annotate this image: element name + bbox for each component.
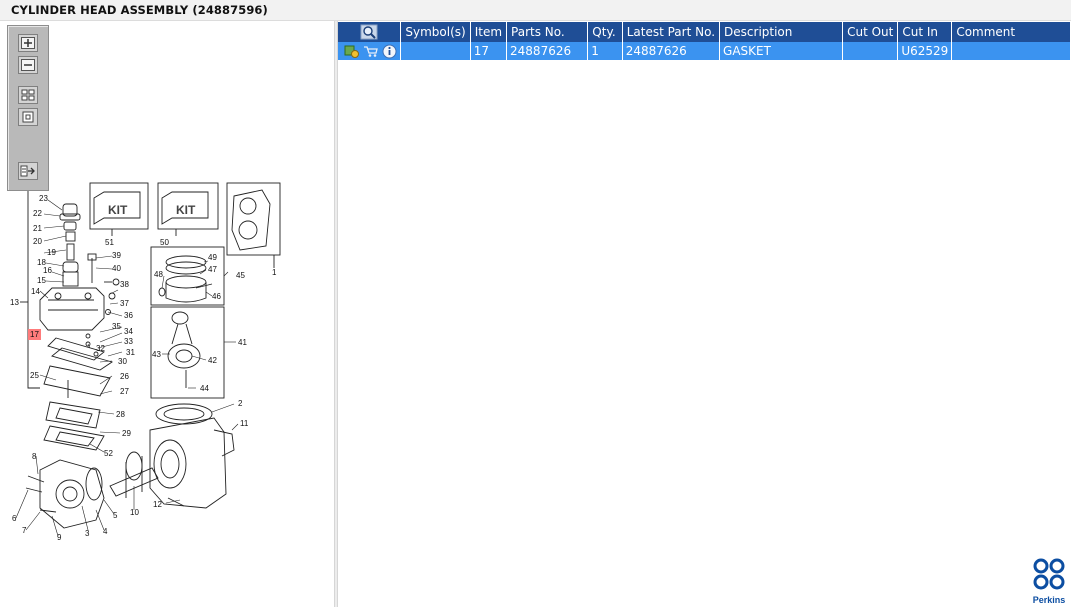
info-icon[interactable] (382, 44, 397, 59)
column-header-item[interactable]: Item (470, 22, 508, 42)
svg-text:43: 43 (152, 350, 161, 359)
cell-description: GASKET (719, 42, 844, 60)
svg-text:32: 32 (96, 344, 105, 353)
perkins-wordmark: Perkins (1032, 595, 1066, 605)
table-header-row: Symbol(s) Item Parts No. Qty. Latest Par… (338, 22, 1071, 42)
svg-text:50: 50 (160, 238, 169, 247)
column-header-cut-out[interactable]: Cut Out (842, 22, 899, 42)
actual-size-button[interactable] (18, 108, 38, 126)
svg-text:35: 35 (112, 322, 121, 331)
column-header-qty[interactable]: Qty. (587, 22, 623, 42)
perkins-logo: Perkins (1029, 557, 1069, 605)
svg-text:13: 13 (10, 298, 19, 307)
cell-cut-out (842, 42, 899, 60)
svg-text:27: 27 (120, 387, 129, 396)
svg-text:14: 14 (31, 287, 40, 296)
svg-text:5: 5 (113, 511, 118, 520)
zoom-out-icon (21, 59, 35, 71)
svg-text:3: 3 (85, 529, 90, 538)
svg-text:45: 45 (236, 271, 245, 280)
svg-text:16: 16 (43, 266, 52, 275)
svg-text:8: 8 (32, 452, 37, 461)
parts-list-pane: Symbol(s) Item Parts No. Qty. Latest Par… (338, 21, 1071, 607)
svg-text:49: 49 (208, 253, 217, 262)
title-bar: CYLINDER HEAD ASSEMBLY (24887596) (0, 0, 1071, 21)
zoom-out-button[interactable] (18, 56, 38, 74)
parts-table: Symbol(s) Item Parts No. Qty. Latest Par… (338, 22, 1071, 60)
column-header-description[interactable]: Description (719, 22, 844, 42)
svg-text:19: 19 (47, 248, 56, 257)
svg-text:41: 41 (238, 338, 247, 347)
viewer-toolbar (7, 25, 49, 191)
svg-text:4: 4 (103, 527, 108, 536)
svg-text:28: 28 (116, 410, 125, 419)
shopping-cart-icon[interactable] (363, 44, 379, 58)
zoom-in-button[interactable] (18, 34, 38, 52)
svg-text:29: 29 (122, 429, 131, 438)
svg-text:21: 21 (33, 224, 42, 233)
svg-text:23: 23 (39, 194, 48, 203)
kit-label-50: KIT (176, 203, 196, 217)
svg-text:38: 38 (120, 280, 129, 289)
column-header-symbols[interactable]: Symbol(s) (400, 22, 471, 42)
svg-text:11: 11 (240, 419, 249, 428)
svg-text:9: 9 (57, 533, 62, 542)
search-magnifier-icon (360, 24, 378, 40)
svg-text:10: 10 (130, 508, 139, 517)
svg-text:20: 20 (33, 237, 42, 246)
kit-label-51: KIT (108, 203, 128, 217)
table-row[interactable]: 17 24887626 1 24887626 GASKET U62529 (338, 42, 1071, 60)
export-button[interactable] (18, 162, 38, 180)
window-title: CYLINDER HEAD ASSEMBLY (24887596) (11, 3, 268, 17)
svg-text:15: 15 (37, 276, 46, 285)
add-to-list-icon[interactable] (344, 44, 360, 58)
callout-17: 17 (30, 330, 39, 339)
exploded-parts-diagram[interactable]: 232221 201918 161514 1317 394038 373635 … (0, 21, 334, 607)
column-header-cut-in[interactable]: Cut In (897, 22, 953, 42)
svg-text:12: 12 (153, 500, 162, 509)
fit-to-window-button[interactable] (18, 86, 38, 104)
column-header-parts-no[interactable]: Parts No. (506, 22, 589, 42)
svg-text:6: 6 (12, 514, 17, 523)
cell-symbols (400, 42, 471, 60)
svg-text:34: 34 (124, 327, 133, 336)
svg-text:47: 47 (208, 265, 217, 274)
svg-text:22: 22 (33, 209, 42, 218)
svg-text:31: 31 (126, 348, 135, 357)
fit-window-icon (21, 89, 35, 101)
svg-text:52: 52 (104, 449, 113, 458)
zoom-in-icon (21, 37, 35, 49)
illustration-pane[interactable]: 23 22 21 20 19 18 16 15 14 13 17 39 40 38 37 36 35 … (0, 21, 334, 607)
svg-text:37: 37 (120, 299, 129, 308)
column-header-tools[interactable] (338, 22, 402, 42)
svg-text:2: 2 (238, 399, 243, 408)
cell-qty: 1 (587, 42, 623, 60)
svg-text:51: 51 (105, 238, 114, 247)
perkins-mark-icon (1033, 558, 1065, 590)
svg-text:39: 39 (112, 251, 121, 260)
column-header-comment[interactable]: Comment (951, 22, 1071, 42)
svg-text:46: 46 (212, 292, 221, 301)
cell-comment (951, 42, 1071, 60)
svg-text:1: 1 (272, 268, 277, 277)
svg-text:36: 36 (124, 311, 133, 320)
cell-parts-no: 24887626 (506, 42, 589, 60)
callout-labels[interactable]: 232221 201918 161514 1317 394038 373635 … (10, 194, 277, 542)
cell-cut-in: U62529 (897, 42, 953, 60)
svg-text:48: 48 (154, 270, 163, 279)
svg-text:26: 26 (120, 372, 129, 381)
row-actions-cell (338, 42, 402, 60)
svg-text:44: 44 (200, 384, 209, 393)
svg-text:42: 42 (208, 356, 217, 365)
actual-size-icon (22, 111, 34, 123)
cell-item: 17 (470, 42, 508, 60)
svg-text:30: 30 (118, 357, 127, 366)
svg-text:40: 40 (112, 264, 121, 273)
svg-text:7: 7 (22, 526, 27, 535)
svg-text:33: 33 (124, 337, 133, 346)
column-header-latest-part-no[interactable]: Latest Part No. (622, 22, 721, 42)
svg-text:25: 25 (30, 371, 39, 380)
cell-latest-part-no: 24887626 (622, 42, 721, 60)
export-arrow-icon (20, 165, 35, 177)
